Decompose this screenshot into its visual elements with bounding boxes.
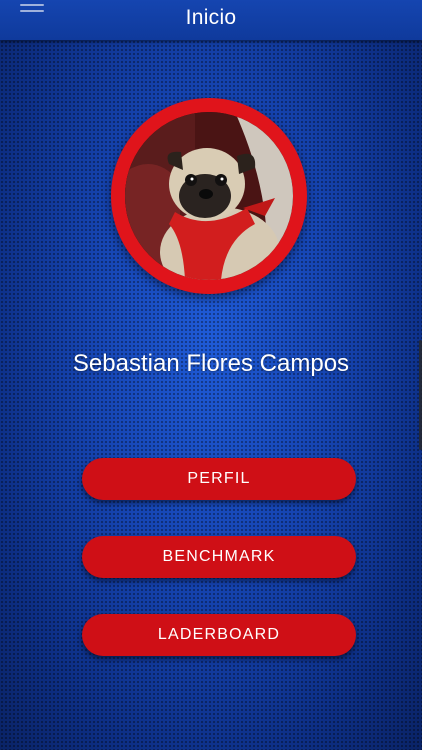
pug-photo bbox=[125, 112, 293, 280]
page-title: Inicio bbox=[185, 6, 237, 29]
benchmark-button[interactable]: BENCHMARK bbox=[82, 536, 356, 578]
avatar bbox=[125, 112, 293, 280]
user-name: Sebastian Flores Campos bbox=[72, 350, 350, 377]
app-bar: Inicio bbox=[0, 0, 422, 40]
avatar-frame bbox=[111, 98, 307, 294]
leaderboard-button[interactable]: LADERBOARD bbox=[82, 614, 356, 656]
perfil-button[interactable]: PERFIL bbox=[82, 458, 356, 500]
